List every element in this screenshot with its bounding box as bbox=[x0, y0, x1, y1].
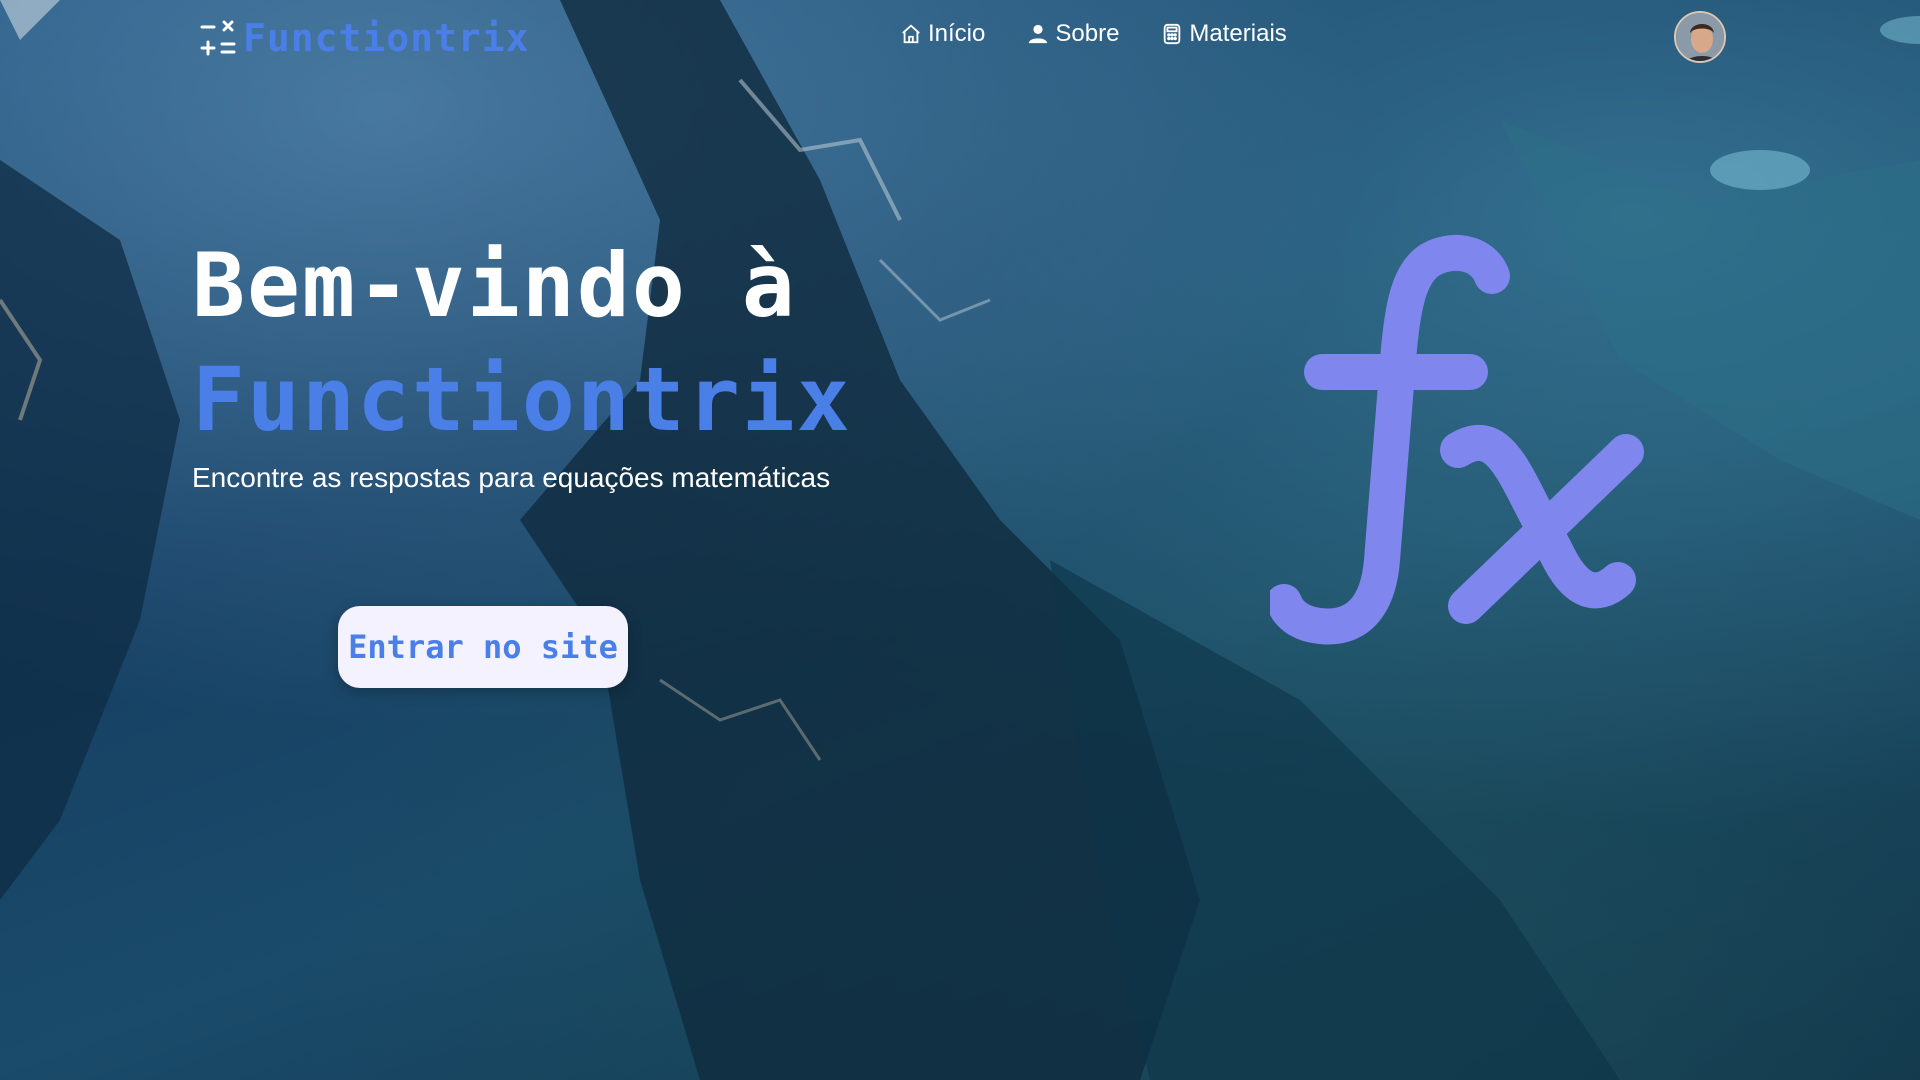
nav-item-sobre[interactable]: Sobre bbox=[1027, 20, 1119, 48]
hero-title: Bem-vindo à bbox=[192, 234, 797, 337]
fx-function-icon bbox=[1270, 234, 1644, 645]
nav-item-inicio[interactable]: Início bbox=[900, 20, 985, 48]
avatar[interactable] bbox=[1674, 11, 1726, 63]
brand-logo[interactable]: Functiontrix bbox=[199, 16, 530, 60]
hero-brand-title: Functiontrix bbox=[192, 348, 852, 451]
nav-item-materiais[interactable]: Materiais bbox=[1161, 20, 1287, 48]
calculator-icon bbox=[1164, 23, 1181, 45]
nav-item-label: Materiais bbox=[1189, 20, 1287, 47]
hero-subtitle: Encontre as respostas para equações mate… bbox=[192, 462, 831, 493]
nav-item-label: Início bbox=[928, 20, 986, 47]
nav-item-label: Sobre bbox=[1055, 20, 1120, 47]
brand-name: Functiontrix bbox=[243, 16, 530, 60]
main-nav: Início Sobre Materiais bbox=[900, 20, 1287, 48]
user-icon bbox=[1029, 24, 1048, 44]
site-header: Functiontrix Início Sobre Materiais bbox=[0, 0, 1920, 76]
enter-site-button[interactable]: Entrar no site bbox=[338, 606, 628, 688]
math-operators-icon bbox=[200, 20, 236, 56]
home-icon bbox=[902, 24, 920, 44]
